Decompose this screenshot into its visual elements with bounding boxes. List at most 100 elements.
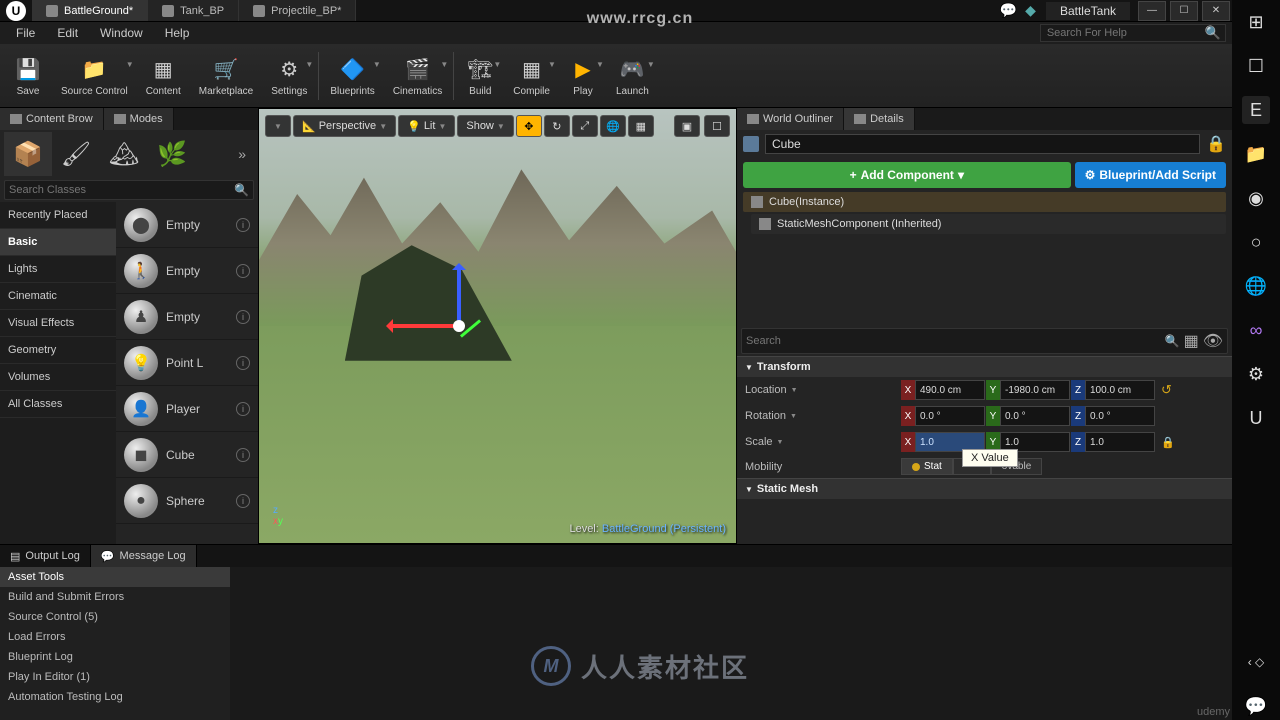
details-search-input[interactable] xyxy=(746,335,1165,347)
classes-search[interactable]: 🔍 xyxy=(4,180,254,200)
category-visual-effects[interactable]: Visual Effects xyxy=(0,310,116,337)
visual-studio-icon[interactable]: ∞ xyxy=(1242,316,1270,344)
app-icon[interactable]: ⚙ xyxy=(1242,360,1270,388)
play-button[interactable]: ▶Play▼ xyxy=(560,46,606,106)
actor-empty[interactable]: ♟Emptyi xyxy=(116,294,258,340)
tab-tank-bp[interactable]: Tank_BP xyxy=(148,0,239,21)
location-x-input[interactable] xyxy=(915,380,985,400)
rotation-z-input[interactable] xyxy=(1085,406,1155,426)
static-mesh-section-header[interactable]: ▼Static Mesh xyxy=(737,478,1232,499)
tab-content-browser[interactable]: Content Brow xyxy=(0,108,104,130)
scale-y-input[interactable] xyxy=(1000,432,1070,452)
mobility-stationary-button[interactable] xyxy=(953,458,991,475)
category-volumes[interactable]: Volumes xyxy=(0,364,116,391)
location-y-input[interactable] xyxy=(1000,380,1070,400)
compile-button[interactable]: ▦Compile▼ xyxy=(505,46,558,106)
tab-output-log[interactable]: ▤Output Log xyxy=(0,545,91,567)
x-axis-icon[interactable] xyxy=(389,324,459,328)
viewport-restore-button[interactable]: ☐ xyxy=(704,115,730,137)
info-icon[interactable]: i xyxy=(236,264,250,278)
notification-icon[interactable]: 💬 xyxy=(1000,2,1017,19)
log-cat-automation-testing-log[interactable]: Automation Testing Log xyxy=(0,687,230,707)
info-icon[interactable]: i xyxy=(236,310,250,324)
actor-point-l[interactable]: 💡Point Li xyxy=(116,340,258,386)
notifications-icon[interactable]: 💬 xyxy=(1242,692,1270,720)
windows-start-icon[interactable]: ⊞ xyxy=(1242,8,1270,36)
close-button[interactable]: ✕ xyxy=(1202,1,1230,21)
viewport-maximize-button[interactable]: ▣ xyxy=(674,115,700,137)
child-component-row[interactable]: StaticMeshComponent (Inherited) xyxy=(751,214,1226,234)
actor-empty[interactable]: 🚶Emptyi xyxy=(116,248,258,294)
tab-message-log[interactable]: 💬Message Log xyxy=(91,545,197,567)
menu-edit[interactable]: Edit xyxy=(47,24,88,42)
tray-chevron-icon[interactable]: ‹ ◇ xyxy=(1242,648,1270,676)
reset-icon[interactable]: ↺ xyxy=(1161,382,1172,398)
actor-empty[interactable]: ⬤Emptyi xyxy=(116,202,258,248)
rotation-y-input[interactable] xyxy=(1000,406,1070,426)
explorer-icon[interactable]: 📁 xyxy=(1242,140,1270,168)
scale-gizmo-button[interactable]: ⤢ xyxy=(572,115,598,137)
log-cat-asset-tools[interactable]: Asset Tools xyxy=(0,567,230,587)
minimize-button[interactable]: — xyxy=(1138,1,1166,21)
task-view-icon[interactable]: ☐ xyxy=(1242,52,1270,80)
tab-world-outliner[interactable]: World Outliner xyxy=(737,108,844,130)
tab-details[interactable]: Details xyxy=(844,108,915,130)
launch-button[interactable]: 🎮Launch▼ xyxy=(608,46,657,106)
settings-button[interactable]: ⚙Settings▼ xyxy=(263,46,315,106)
menu-window[interactable]: Window xyxy=(90,24,153,42)
eye-icon[interactable]: 👁 xyxy=(1203,331,1223,351)
maximize-button[interactable]: ☐ xyxy=(1170,1,1198,21)
build-button[interactable]: 🏗Build▼ xyxy=(457,46,503,106)
mobility-static-button[interactable]: Stat xyxy=(901,458,953,475)
save-button[interactable]: 💾Save xyxy=(5,46,51,106)
landscape-mode-button[interactable]: 🏔 xyxy=(100,132,148,176)
help-search-input[interactable] xyxy=(1045,25,1205,41)
info-icon[interactable]: i xyxy=(236,218,250,232)
info-icon[interactable]: i xyxy=(236,448,250,462)
category-basic[interactable]: Basic xyxy=(0,229,116,256)
perspective-button[interactable]: 📐 Perspective▼ xyxy=(293,115,396,137)
cine-button[interactable]: 🎬Cinematics▼ xyxy=(385,46,450,106)
help-search[interactable]: 🔍 xyxy=(1040,24,1226,42)
log-cat-blueprint-log[interactable]: Blueprint Log xyxy=(0,647,230,667)
scale-lock-icon[interactable]: 🔒 xyxy=(1161,436,1175,449)
place-mode-button[interactable]: 📦 xyxy=(4,132,52,176)
viewport[interactable]: ▼ 📐 Perspective▼ 💡 Lit▼ Show▼ ✥ ↻ ⤢ 🌐 ▦ … xyxy=(258,108,737,544)
classes-search-input[interactable] xyxy=(9,184,234,196)
info-icon[interactable]: i xyxy=(236,402,250,416)
steam-icon[interactable]: ◉ xyxy=(1242,184,1270,212)
grid-view-icon[interactable]: ▦ xyxy=(1184,331,1199,351)
category-recently-placed[interactable]: Recently Placed xyxy=(0,202,116,229)
log-cat-source-control-5-[interactable]: Source Control (5) xyxy=(0,607,230,627)
log-cat-load-errors[interactable]: Load Errors xyxy=(0,627,230,647)
foliage-mode-button[interactable]: 🌿 xyxy=(148,132,196,176)
object-name-input[interactable] xyxy=(765,134,1200,154)
actor-cube[interactable]: ◼Cubei xyxy=(116,432,258,478)
epic-icon[interactable]: E xyxy=(1242,96,1270,124)
category-geometry[interactable]: Geometry xyxy=(0,337,116,364)
paint-mode-button[interactable]: 🖌 xyxy=(52,132,100,176)
modes-overflow[interactable]: » xyxy=(230,146,254,162)
snap-button[interactable]: ▦ xyxy=(628,115,654,137)
actor-sphere[interactable]: ●Spherei xyxy=(116,478,258,524)
content-button[interactable]: ▦Content xyxy=(138,46,189,106)
transform-section-header[interactable]: ▼Transform xyxy=(737,356,1232,377)
actor-player[interactable]: 👤Playeri xyxy=(116,386,258,432)
world-local-button[interactable]: 🌐 xyxy=(600,115,626,137)
blueprint-add-script-button[interactable]: ⚙ Blueprint/Add Script xyxy=(1075,162,1226,188)
menu-help[interactable]: Help xyxy=(155,24,200,42)
z-axis-icon[interactable] xyxy=(457,266,461,326)
unreal-icon[interactable]: U xyxy=(1242,404,1270,432)
tab-modes[interactable]: Modes xyxy=(104,108,174,130)
lit-button[interactable]: 💡 Lit▼ xyxy=(398,115,455,137)
viewport-options-button[interactable]: ▼ xyxy=(265,115,291,137)
scale-z-input[interactable] xyxy=(1085,432,1155,452)
source-button[interactable]: 📁Source Control▼ xyxy=(53,46,136,106)
root-component-row[interactable]: Cube(Instance) xyxy=(743,192,1226,212)
log-cat-build-and-submit-errors[interactable]: Build and Submit Errors xyxy=(0,587,230,607)
source-control-icon[interactable]: ◆ xyxy=(1025,2,1036,19)
info-icon[interactable]: i xyxy=(236,494,250,508)
lock-icon[interactable]: 🔒 xyxy=(1206,134,1226,154)
add-component-button[interactable]: + Add Component ▾ xyxy=(743,162,1071,188)
bp-button[interactable]: 🔷Blueprints▼ xyxy=(322,46,382,106)
